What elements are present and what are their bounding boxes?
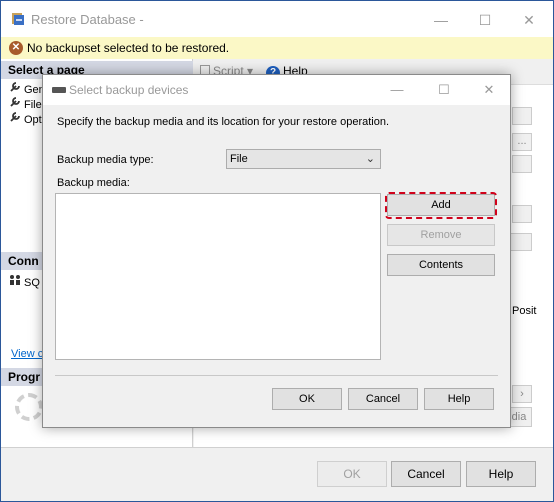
maximize-button[interactable]: ☐ bbox=[463, 7, 507, 33]
close-button[interactable]: ✕ bbox=[507, 7, 551, 33]
error-icon: ✕ bbox=[9, 41, 23, 55]
dialog-instruction: Specify the backup media and its locatio… bbox=[57, 116, 390, 128]
dialog-titlebar: Select backup devices — ☐ ✕ bbox=[43, 75, 510, 105]
bg-button[interactable] bbox=[510, 233, 532, 251]
media-type-select[interactable]: File ⌄ bbox=[226, 149, 381, 169]
tape-drive-icon bbox=[52, 87, 66, 93]
users-icon bbox=[10, 275, 20, 285]
select-backup-devices-dialog: Select backup devices — ☐ ✕ Specify the … bbox=[42, 74, 511, 428]
connection-label: SQ bbox=[24, 277, 40, 289]
ok-button[interactable]: OK bbox=[317, 461, 387, 487]
scroll-right-button[interactable]: › bbox=[512, 385, 532, 403]
dialog-minimize-button[interactable]: — bbox=[379, 79, 415, 101]
wrench-icon bbox=[10, 112, 20, 122]
help-button[interactable]: Help bbox=[466, 461, 536, 487]
bg-dropdown-2[interactable] bbox=[512, 155, 532, 173]
media-type-value: File bbox=[230, 153, 248, 165]
bg-browse-button[interactable]: ... bbox=[512, 133, 532, 151]
dialog-separator bbox=[55, 375, 498, 376]
dialog-cancel-button[interactable]: Cancel bbox=[348, 388, 418, 410]
window-titlebar: Restore Database - — ☐ ✕ bbox=[1, 1, 553, 37]
warning-bar: ✕ No backupset selected to be restored. bbox=[1, 37, 553, 59]
progress-spinner-icon bbox=[15, 393, 43, 421]
dialog-maximize-button[interactable]: ☐ bbox=[426, 79, 462, 101]
media-type-label: Backup media type: bbox=[57, 154, 154, 166]
wrench-icon bbox=[10, 82, 20, 92]
window-title: Restore Database - bbox=[31, 12, 144, 27]
footer-bar: OK Cancel Help bbox=[1, 447, 553, 501]
bg-dropdown-3[interactable] bbox=[512, 205, 532, 223]
cancel-button[interactable]: Cancel bbox=[391, 461, 461, 487]
page-item-general[interactable]: Gen bbox=[9, 81, 45, 96]
page-item-options[interactable]: Opti bbox=[9, 111, 44, 126]
dialog-help-button[interactable]: Help bbox=[424, 388, 494, 410]
bg-dropdown-1[interactable] bbox=[512, 107, 532, 125]
wrench-icon bbox=[10, 97, 20, 107]
database-restore-icon bbox=[12, 13, 24, 25]
remove-button[interactable]: Remove bbox=[387, 224, 495, 246]
connection-item: SQ bbox=[9, 274, 40, 289]
backup-media-list[interactable] bbox=[55, 193, 381, 360]
add-button-highlight bbox=[385, 192, 497, 219]
dialog-title: Select backup devices bbox=[69, 83, 189, 97]
dialog-ok-button[interactable]: OK bbox=[272, 388, 342, 410]
contents-button[interactable]: Contents bbox=[387, 254, 495, 276]
warning-text: No backupset selected to be restored. bbox=[27, 41, 230, 55]
bg-posit-label: Posit bbox=[512, 305, 537, 317]
backup-media-label: Backup media: bbox=[57, 177, 130, 189]
chevron-down-icon: ⌄ bbox=[365, 153, 375, 165]
minimize-button[interactable]: — bbox=[419, 7, 463, 33]
dialog-close-button[interactable]: ✕ bbox=[471, 79, 507, 101]
